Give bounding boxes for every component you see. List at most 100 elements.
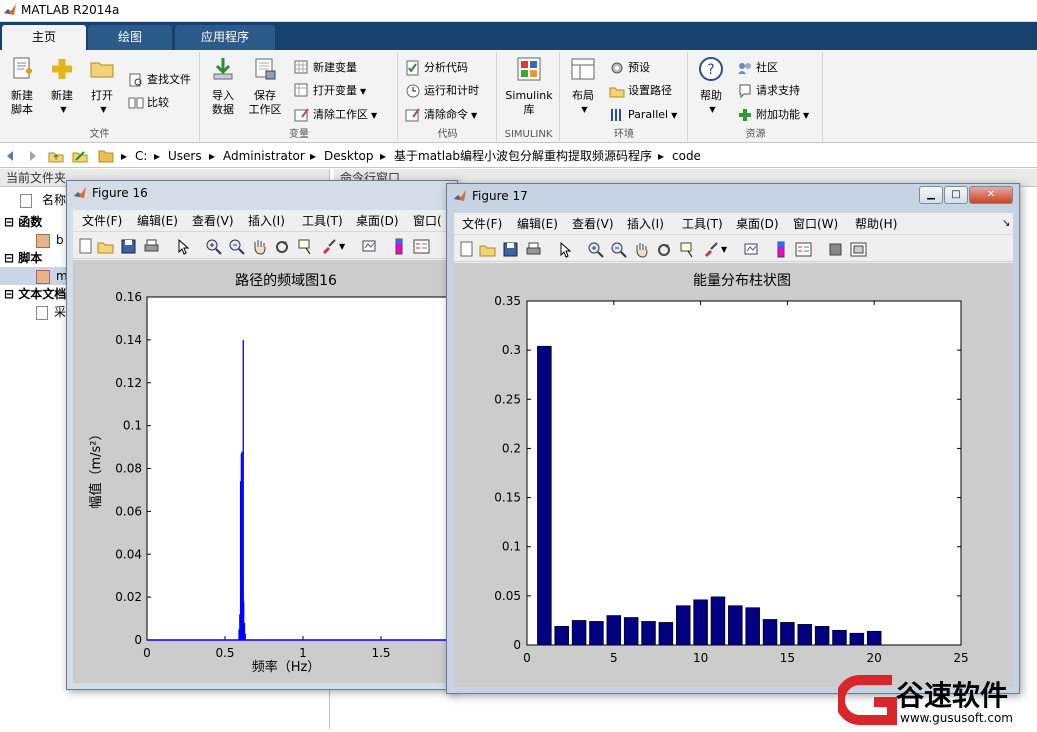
new-script-button[interactable]: 新建 脚本 [0,56,44,117]
simulink-library-button[interactable]: Simulink 库 [504,56,554,117]
group-functions[interactable]: ⊟ 函数 [4,213,42,231]
zoom-out-icon[interactable] [228,238,245,255]
breadcrumb-project-folder[interactable]: 基于matlab编程小波包分解重构提取频源码程序 [394,148,652,164]
clear-workspace-button[interactable]: 清除工作区 ▼ [294,105,377,125]
new-figure-icon[interactable] [77,238,94,255]
menu-file[interactable]: 文件(F) [462,216,502,232]
forward-arrow-icon[interactable] [24,148,40,164]
list-item[interactable]: 采 [36,303,66,321]
tab-home[interactable]: 主页 [2,25,86,50]
save-workspace-button[interactable]: 保存 工作区 [243,56,287,117]
group-scripts[interactable]: ⊟ 脚本 [4,249,42,267]
rotate-3d-icon[interactable] [656,241,673,258]
set-path-button[interactable]: 设置路径 [609,81,672,101]
group-text-docs[interactable]: ⊟ 文本文档 [4,285,66,303]
tab-apps[interactable]: 应用程序 [175,25,275,50]
watermark-url: www.gususoft.com [900,711,1013,725]
layout-button[interactable]: 布局 ▼ [561,56,605,117]
maximize-button[interactable]: □ [944,186,968,204]
browse-folder-icon[interactable] [72,148,88,164]
menubar-overflow-icon[interactable]: ↘ [1002,216,1010,232]
list-item[interactable]: b [36,231,64,249]
pan-hand-icon[interactable] [633,241,650,258]
colorbar-icon[interactable] [773,241,790,258]
show-plot-tools-icon[interactable] [850,241,867,258]
menu-window[interactable]: 窗口( [413,213,442,229]
import-data-button[interactable]: 导入 数据 [201,56,245,117]
menu-window[interactable]: 窗口(W) [793,216,838,232]
minimize-button[interactable]: ▁ [919,186,943,204]
add-ons-button[interactable]: 附加功能 ▼ [737,105,809,125]
help-button[interactable]: ? 帮助 ▼ [689,56,733,117]
pan-hand-icon[interactable] [251,238,268,255]
data-cursor-icon[interactable] [297,238,314,255]
new-figure-icon[interactable] [458,241,475,258]
find-files-button[interactable]: 查找文件 [128,70,191,90]
tab-plots[interactable]: 绘图 [88,25,172,50]
breadcrumb-desktop[interactable]: Desktop [324,148,374,164]
breadcrumb-administrator[interactable]: Administrator [223,148,305,164]
figure-16-window[interactable]: Figure 16 文件(F) 编辑(E) 查看(V) 插入(I) 工具(T) … [66,180,460,690]
dropdown-arrow-icon[interactable]: ▼ [721,245,738,262]
analyze-code-button[interactable]: 分析代码 [405,58,468,78]
help-icon: ? [699,57,723,81]
new-variable-button[interactable]: 新建变量 [294,58,357,78]
menu-view[interactable]: 查看(V) [192,213,234,229]
new-button[interactable]: 新建 ▼ [40,56,84,117]
open-file-icon[interactable] [97,238,114,255]
breadcrumb-code[interactable]: code [672,148,701,164]
menu-file[interactable]: 文件(F) [82,213,122,229]
menu-desktop[interactable]: 桌面(D) [356,213,399,229]
print-icon[interactable] [525,241,542,258]
pointer-icon[interactable] [175,238,192,255]
menu-insert[interactable]: 插入(I) [248,213,285,229]
close-button[interactable]: ✕ [969,186,1013,204]
menu-edit[interactable]: 编辑(E) [517,216,558,232]
zoom-out-icon[interactable] [610,241,627,258]
menu-insert[interactable]: 插入(I) [627,216,664,232]
brush-icon[interactable] [702,241,719,258]
open-button[interactable]: 打开 ▼ [80,56,124,117]
dropdown-arrow-icon[interactable]: ▼ [339,242,356,259]
rotate-3d-icon[interactable] [274,238,291,255]
breadcrumb-c-drive[interactable]: C: [135,148,147,164]
menu-tools[interactable]: 工具(T) [302,213,343,229]
data-cursor-icon[interactable] [679,241,696,258]
legend-icon[interactable] [795,241,812,258]
figure-17-window[interactable]: Figure 17 ▁ □ ✕ 文件(F) 编辑(E) 查看(V) 插入(I) … [446,183,1020,694]
open-variable-button[interactable]: 打开变量 ▼ [294,81,366,101]
colorbar-icon[interactable] [391,238,408,255]
save-icon[interactable] [120,238,137,255]
pointer-icon[interactable] [557,241,574,258]
brush-icon[interactable] [320,238,337,255]
parallel-button[interactable]: Parallel ▼ [609,105,677,125]
back-arrow-icon[interactable] [3,148,19,164]
menu-edit[interactable]: 编辑(E) [137,213,178,229]
print-icon[interactable] [143,238,160,255]
new-variable-icon [294,60,308,74]
menu-view[interactable]: 查看(V) [572,216,614,232]
preferences-button[interactable]: 预设 [609,58,650,78]
menu-desktop[interactable]: 桌面(D) [736,216,779,232]
zoom-in-icon[interactable] [205,238,222,255]
find-files-icon [129,73,142,87]
menu-help[interactable]: 帮助(H) [855,216,897,232]
compare-button[interactable]: 比较 [128,93,169,113]
open-file-icon[interactable] [479,241,496,258]
request-support-button[interactable]: 请求支持 [737,81,800,101]
menu-tools[interactable]: 工具(T) [682,216,723,232]
save-icon[interactable] [502,241,519,258]
up-folder-icon[interactable] [48,148,64,164]
run-and-time-button[interactable]: 运行和计时 [405,81,479,101]
hide-plot-tools-icon[interactable] [827,241,844,258]
column-header-name[interactable]: 名称 [20,191,66,209]
zoom-in-icon[interactable] [587,241,604,258]
add-ons-label: 附加功能 [756,108,800,121]
legend-icon[interactable] [413,238,430,255]
link-plot-icon[interactable] [743,241,760,258]
clear-commands-button[interactable]: 清除命令 ▼ [405,105,477,125]
community-button[interactable]: 社区 [737,58,778,78]
function-file-icon [36,233,50,248]
breadcrumb-users[interactable]: Users [168,148,202,164]
link-plot-icon[interactable] [361,238,378,255]
